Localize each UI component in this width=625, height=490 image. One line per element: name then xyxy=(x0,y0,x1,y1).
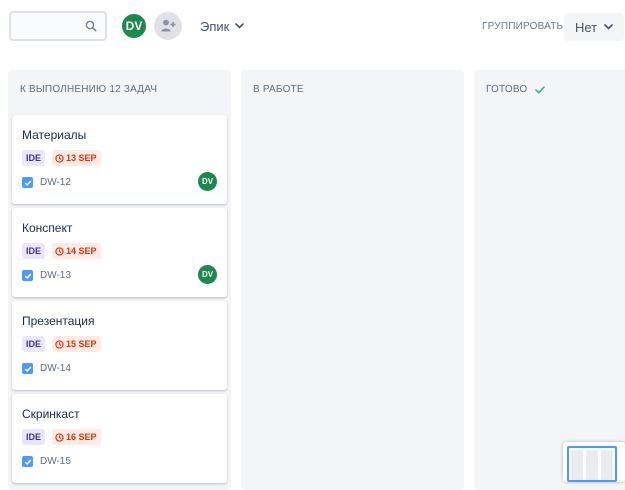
due-date: 14 SEP xyxy=(66,246,97,256)
column-header: ГОТОВО xyxy=(486,84,546,95)
column-todo: К ВЫПОЛНЕНИЮ 12 ЗАДАЧ Материалы IDE 13 S… xyxy=(8,70,231,490)
issue-key: DW-15 xyxy=(22,456,71,467)
issue-key-text: DW-15 xyxy=(40,456,71,467)
issue-card[interactable]: Материалы IDE 13 SEP DW-12 DV xyxy=(12,115,227,204)
column-in-progress: В РАБОТЕ xyxy=(241,70,464,490)
due-date: 16 SEP xyxy=(66,432,97,442)
group-by-label: ГРУППИРОВАТЬ: xyxy=(482,21,567,32)
column-title: В РАБОТЕ xyxy=(253,84,304,95)
issue-title: Скринкаст xyxy=(22,407,80,421)
assignee-avatar[interactable]: DV xyxy=(198,265,217,284)
user-avatar-filter[interactable]: DV xyxy=(120,12,148,40)
due-date-lozenge: 14 SEP xyxy=(52,243,101,259)
search-icon[interactable] xyxy=(85,20,97,32)
column-done: ГОТОВО xyxy=(474,70,625,490)
due-date: 13 SEP xyxy=(66,153,97,163)
due-date: 15 SEP xyxy=(66,339,97,349)
issue-key-text: DW-14 xyxy=(40,363,71,374)
add-people-button[interactable] xyxy=(154,12,182,40)
issue-card[interactable]: Презентация IDE 15 SEP DW-14 xyxy=(12,301,227,390)
epic-filter-dropdown[interactable]: Эпик xyxy=(200,14,245,38)
search-input[interactable] xyxy=(15,16,89,38)
issue-key-text: DW-13 xyxy=(40,270,71,281)
issue-title: Презентация xyxy=(22,314,95,328)
column-title: ГОТОВО xyxy=(486,84,528,95)
issue-card[interactable]: Конспект IDE 14 SEP DW-13 DV xyxy=(12,208,227,297)
epic-lozenge: IDE xyxy=(22,429,46,445)
clock-icon xyxy=(55,432,64,442)
checkbox-checked-icon xyxy=(22,177,33,188)
issue-key-text: DW-12 xyxy=(40,177,71,188)
issue-title: Материалы xyxy=(22,128,87,142)
issue-key: DW-12 xyxy=(22,177,71,188)
clock-icon xyxy=(55,339,64,349)
minimap-column xyxy=(601,450,613,480)
minimap-column xyxy=(586,450,598,480)
column-title: К ВЫПОЛНЕНИЮ 12 ЗАДАЧ xyxy=(20,84,158,95)
due-date-lozenge: 16 SEP xyxy=(52,429,101,445)
issue-title: Конспект xyxy=(22,221,73,235)
checkbox-checked-icon xyxy=(22,363,33,374)
minimap-column xyxy=(571,450,583,480)
board-minimap[interactable] xyxy=(563,442,625,482)
clock-icon xyxy=(55,153,64,163)
assignee-avatar[interactable]: DV xyxy=(198,172,217,191)
checkbox-checked-icon xyxy=(22,456,33,467)
epic-lozenge: IDE xyxy=(22,243,46,259)
check-icon xyxy=(535,85,546,94)
clock-icon xyxy=(55,246,64,256)
due-date-lozenge: 15 SEP xyxy=(52,336,101,352)
column-header: К ВЫПОЛНЕНИЮ 12 ЗАДАЧ xyxy=(20,84,157,95)
chevron-down-icon xyxy=(235,23,245,29)
due-date-lozenge: 13 SEP xyxy=(52,150,101,166)
issue-key: DW-13 xyxy=(22,270,71,281)
search-box[interactable] xyxy=(9,11,107,41)
group-by-select[interactable]: Нет xyxy=(564,13,624,41)
epic-filter-label: Эпик xyxy=(200,18,230,34)
issue-key: DW-14 xyxy=(22,363,71,374)
chevron-down-icon xyxy=(604,24,613,30)
group-by-value: Нет xyxy=(575,19,598,35)
issue-card[interactable]: Скринкаст IDE 16 SEP DW-15 xyxy=(12,394,227,483)
checkbox-checked-icon xyxy=(22,270,33,281)
epic-lozenge: IDE xyxy=(22,336,46,352)
column-header: В РАБОТЕ xyxy=(253,84,304,95)
board-toolbar: DV Эпик ГРУППИРОВАТЬ: Нет xyxy=(0,0,625,60)
add-people-icon xyxy=(161,19,176,32)
epic-lozenge: IDE xyxy=(22,150,46,166)
